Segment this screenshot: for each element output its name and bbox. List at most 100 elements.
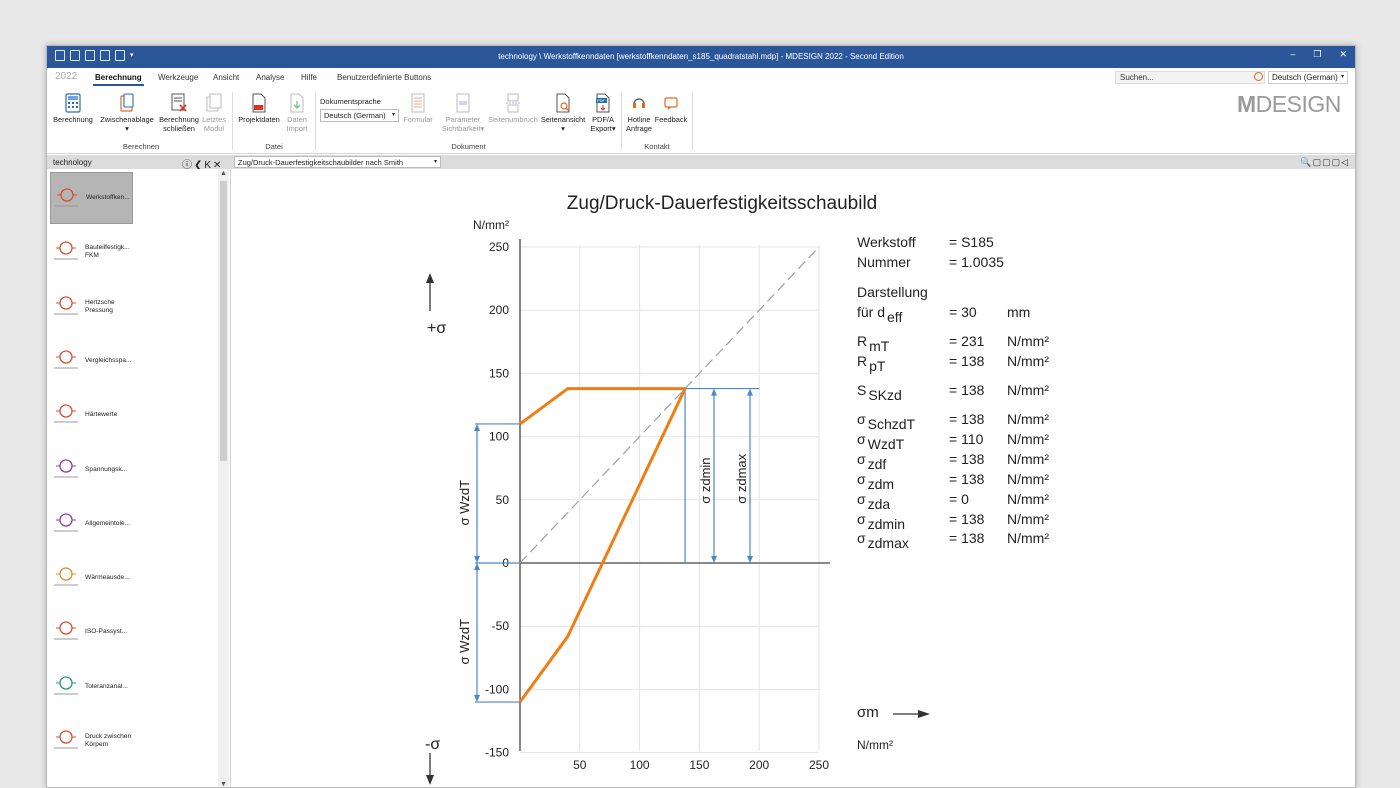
chart-title: Zug/Druck-Dauerfestigkeitsschaubild: [567, 193, 877, 214]
tab-hilfe[interactable]: Hilfe: [301, 73, 317, 82]
mdesign-logo: MDESIGN: [1237, 91, 1341, 118]
formular-button[interactable]: Formular: [402, 93, 434, 125]
param-subscript: zda: [868, 496, 891, 512]
document-select-value: Zug/Druck-Dauerfestigkeitschaubilder nac…: [238, 158, 404, 167]
sidebar-scrollbar[interactable]: ▲ ▼: [218, 169, 229, 787]
tab-ansicht[interactable]: Ansicht: [213, 73, 239, 82]
sidebar-module-item[interactable]: Allgemeintole...: [50, 498, 133, 550]
tab-werkzeuge[interactable]: Werkzeuge: [158, 73, 198, 82]
sidebar-module-item[interactable]: Druck zwischen Körpern: [50, 715, 133, 767]
pdf-export-button[interactable]: PDF PDF/A Export▾: [588, 93, 618, 133]
sidebar-module-item[interactable]: ISO-Passyst...: [50, 606, 133, 658]
y-tick-label: 250: [489, 240, 509, 254]
sidebar-module-item[interactable]: Härtewerte: [50, 389, 133, 441]
minimize-button[interactable]: –: [1290, 49, 1295, 60]
minus-sigma-arrowhead: [426, 775, 434, 785]
seitenumbruch-button[interactable]: Seitenumbruch: [488, 93, 538, 125]
group-label-datei: Datei: [265, 142, 283, 151]
dim-arrowhead: [474, 423, 480, 431]
logo-design: DESIGN: [1255, 91, 1342, 117]
document-select[interactable]: Zug/Druck-Dauerfestigkeitschaubilder nac…: [234, 156, 441, 168]
tab-benutzerdefiniert[interactable]: Benutzerdefinierte Buttons: [337, 73, 431, 82]
document-bar: technology ⓘ❮K✕ Zug/Druck-Dauerfestigkei…: [47, 155, 1355, 171]
y-axis-unit: N/mm²: [473, 218, 509, 232]
tab-analyse[interactable]: Analyse: [256, 73, 284, 82]
sigma-wzdt-label-upper: σ WzdT: [457, 480, 472, 526]
hexagon-material-icon: [55, 188, 79, 207]
param-unit: N/mm²: [1007, 471, 1049, 487]
close-button[interactable]: ✕: [1339, 49, 1347, 60]
headset-icon: [633, 98, 645, 108]
sidebar-module-item[interactable]: Toleranzanal...: [50, 661, 133, 713]
plus-sigma-arrowhead: [426, 273, 434, 283]
param-symbol: RpT: [857, 353, 886, 374]
group-label-berechnen: Berechnen: [122, 142, 160, 151]
dim-arrowhead: [474, 563, 480, 570]
upper-limit-curve: [519, 387, 686, 426]
dim-arrowhead: [474, 556, 480, 563]
letztes-modul-button[interactable]: Letztes Modul: [200, 93, 228, 133]
scroll-up-icon[interactable]: ▲: [220, 170, 227, 177]
hotline-anfrage-button[interactable]: Hotline Anfrage: [624, 93, 654, 133]
x-axis-unit: N/mm²: [857, 738, 893, 752]
param-subscript: zdm: [868, 476, 894, 492]
window-title: technology \ Werkstoffkenndaten [werksto…: [498, 52, 904, 61]
language-value: Deutsch (German): [1272, 73, 1338, 82]
panel-title: technology: [53, 158, 92, 167]
scroll-down-icon[interactable]: ▼: [220, 781, 227, 787]
daten-import-button[interactable]: Daten Import: [283, 93, 311, 133]
param-unit: N/mm²: [1007, 530, 1049, 546]
stress-icon: [54, 350, 78, 369]
last-module-icon: [206, 93, 222, 112]
param-unit: N/mm²: [1007, 353, 1049, 369]
berechnung-schliessen-button[interactable]: Berechnung schließen: [159, 93, 199, 133]
sidebar-module-item[interactable]: Spannungsk...: [50, 444, 133, 496]
language-select[interactable]: Deutsch (German) ▾: [1268, 71, 1348, 84]
parameter-sichtbarkeit-button[interactable]: Parameter Sichtbarkeit▾: [440, 93, 486, 133]
y-tick-label: -50: [492, 619, 510, 633]
berechnung-button[interactable]: Berechnung: [51, 93, 95, 125]
sidebar-module-item[interactable]: Werkstoffken...: [50, 172, 133, 224]
seitenansicht-button[interactable]: Seitenansicht ▾: [539, 93, 587, 133]
zwischenablage-button[interactable]: Zwischenablage ▾: [99, 93, 155, 133]
formular-label: Formular: [403, 115, 433, 124]
dokumentsprache-select[interactable]: Deutsch (German) ▾: [320, 109, 399, 122]
projektdaten-button[interactable]: Projektdaten: [236, 93, 282, 125]
param-value: = 138: [949, 411, 985, 427]
version-label: 2022: [55, 71, 78, 82]
param-unit: N/mm²: [1007, 511, 1049, 527]
dim-arrowhead: [711, 388, 717, 396]
sidebar-module-label: Allgemeintole...: [85, 519, 131, 527]
param-unit: N/mm²: [1007, 333, 1049, 349]
param-value: = 138: [949, 451, 985, 467]
search-icon[interactable]: [1254, 72, 1263, 81]
sidebar-module-item[interactable]: Hertzsche Pressung: [50, 281, 133, 333]
view-toolbar-icons[interactable]: 🔍▢▢▢◁: [1300, 157, 1349, 168]
group-label-dokument: Dokument: [451, 142, 486, 151]
sidebar-module-item[interactable]: Bauteilfestigk... FKM: [50, 226, 133, 278]
param-subscript: zdmax: [868, 535, 909, 551]
param-symbol: Werkstoff: [857, 234, 916, 250]
feedback-button[interactable]: Feedback: [654, 93, 688, 125]
sidebar-module-item[interactable]: Wärmeausde...: [50, 552, 133, 604]
seitenumbruch-label: Seitenumbruch: [488, 115, 538, 124]
stress-conc-icon: [54, 458, 78, 477]
restore-button[interactable]: ❐: [1313, 49, 1321, 60]
sidebar-module-label: Hertzsche Pressung: [85, 298, 115, 314]
sidebar-module-item[interactable]: Vergleichsspa...: [50, 335, 133, 387]
hertz-icon: [54, 295, 78, 315]
ribbon: Berechnung Zwischenablage ▾ Berechnung sch…: [47, 88, 1355, 154]
param-unit: N/mm²: [1007, 491, 1049, 507]
search-input[interactable]: Suchen...: [1115, 71, 1265, 84]
document-content: Zug/Druck-Dauerfestigkeitsschaubild N/mm²…: [232, 169, 1355, 787]
param-value: = 0: [949, 491, 969, 507]
doc-language-value: Deutsch (German): [324, 111, 386, 120]
param-unit: N/mm²: [1007, 431, 1049, 447]
fkm-icon: [54, 241, 78, 260]
chevron-down-icon: ▾: [125, 123, 129, 133]
y-tick-label: -100: [485, 682, 509, 696]
sidebar-module-label: Spannungsk...: [85, 465, 128, 473]
scrollbar-thumb[interactable]: [220, 181, 227, 461]
tab-berechnung[interactable]: Berechnung: [93, 73, 144, 86]
x-tick-label: 50: [573, 758, 587, 772]
